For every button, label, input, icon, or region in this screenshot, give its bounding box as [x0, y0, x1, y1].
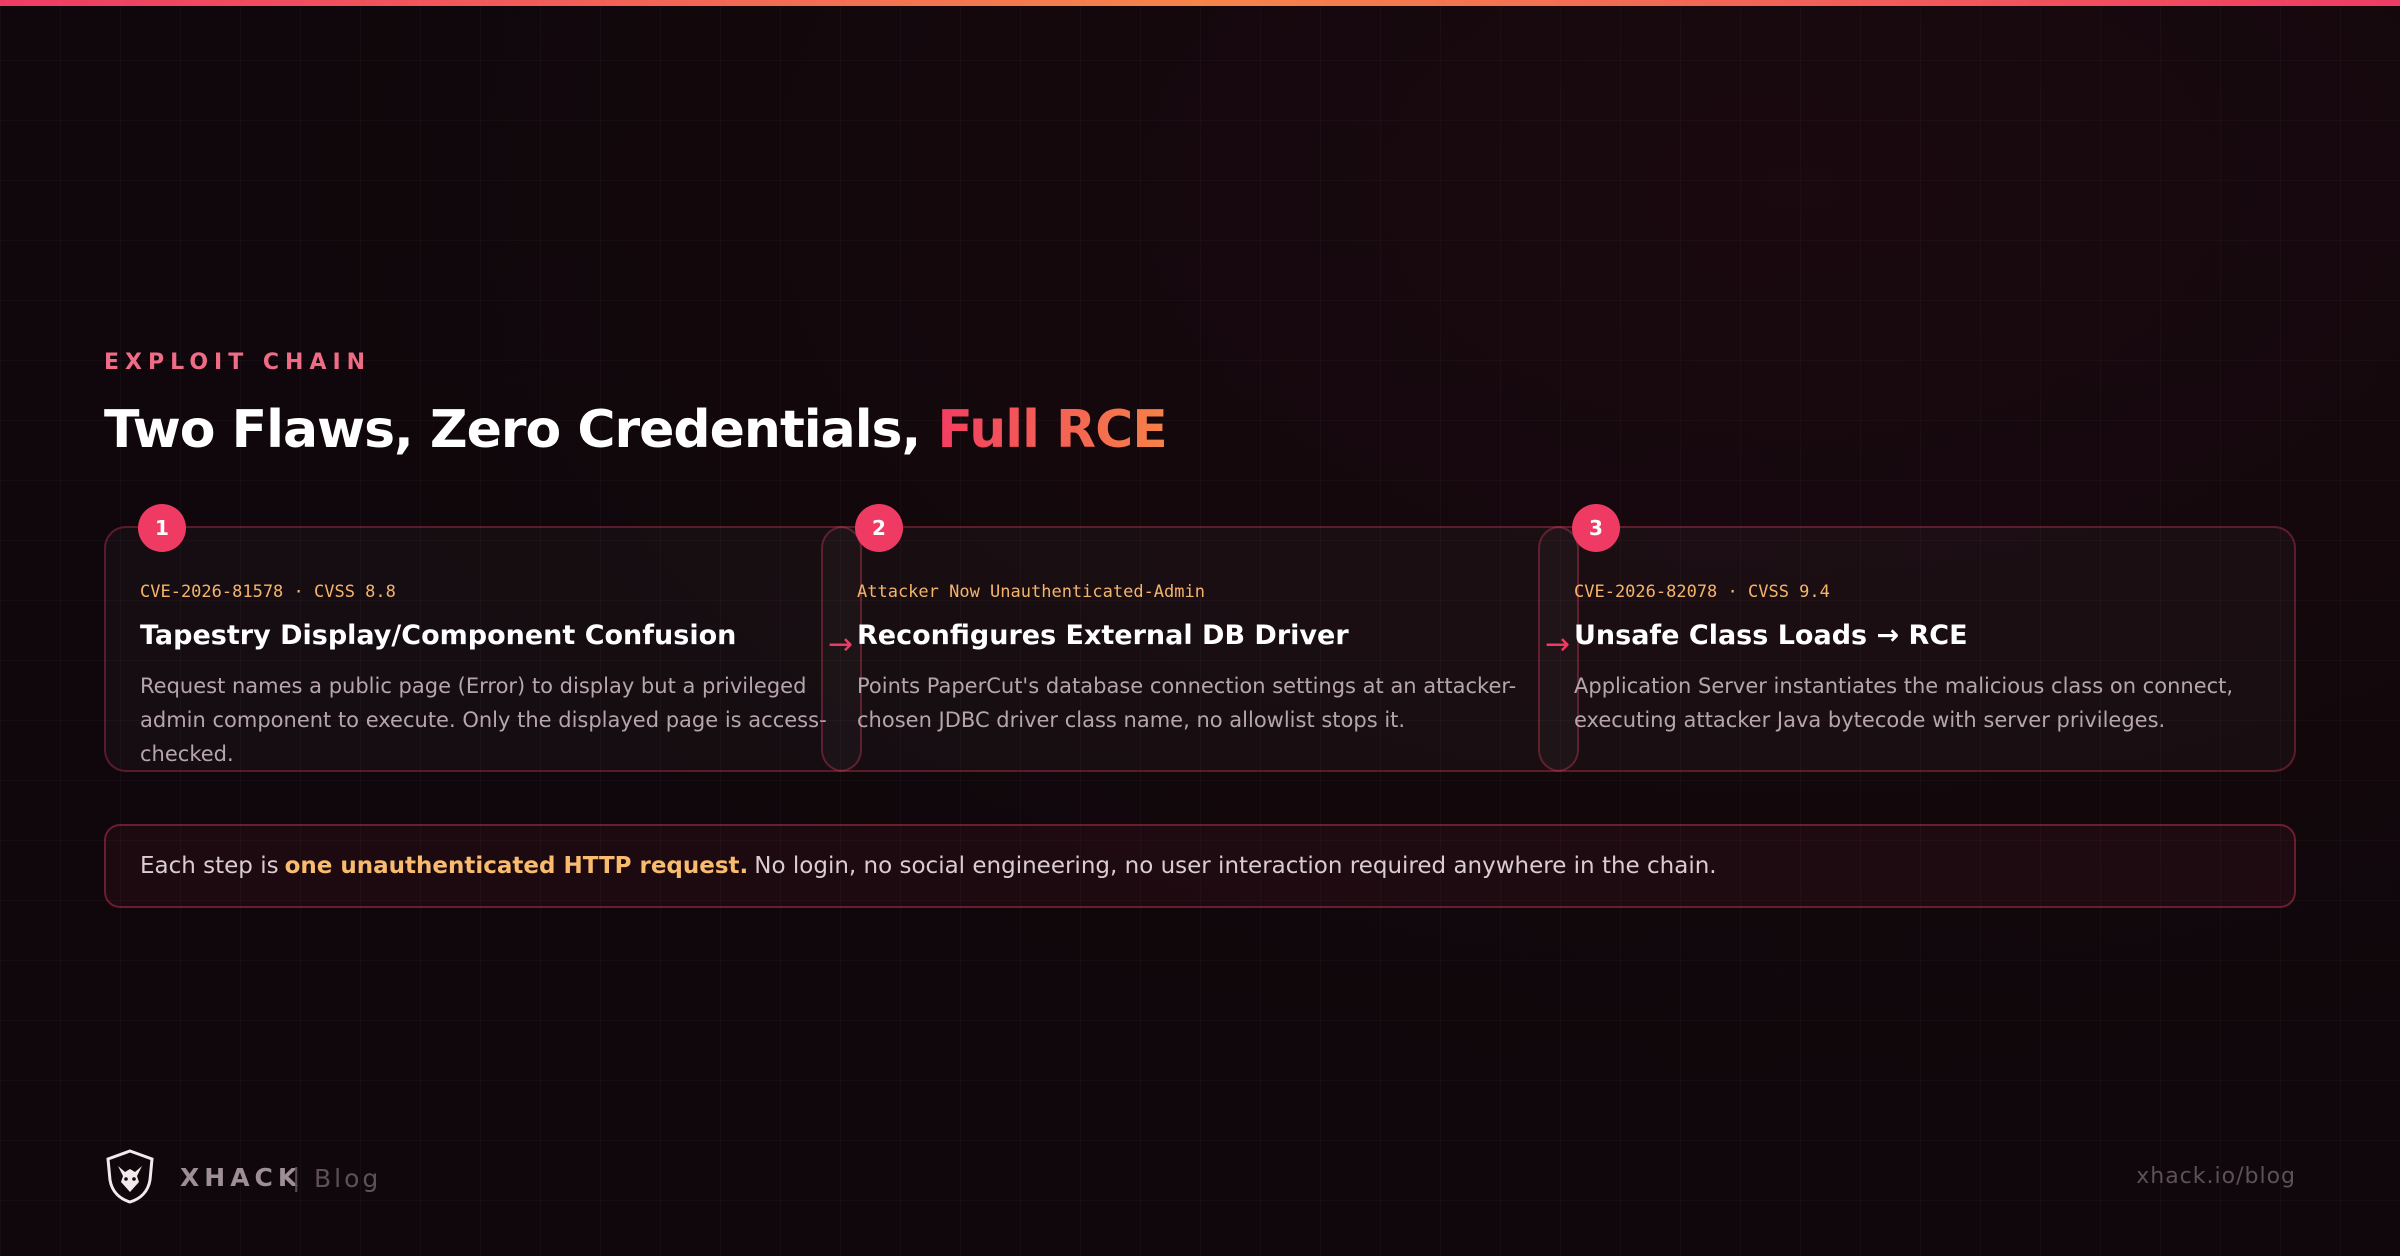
top-accent-bar	[0, 0, 2400, 6]
summary-callout: Each step is one unauthenticated HTTP re…	[104, 824, 2296, 908]
step-meta: CVE-2026-82078 · CVSS 9.4	[1574, 582, 1830, 602]
step-title: Unsafe Class Loads → RCE	[1574, 620, 1968, 651]
step-meta: Attacker Now Unauthenticated-Admin	[857, 582, 1205, 602]
step-meta: CVE-2026-81578 · CVSS 8.8	[140, 582, 396, 602]
brand-section: Blog	[314, 1164, 382, 1193]
arrow-right-icon: →	[1545, 627, 1571, 662]
section-eyebrow: EXPLOIT CHAIN	[104, 350, 372, 375]
step-title: Reconfigures External DB Driver	[857, 620, 1349, 651]
step-card-1: 1 CVE-2026-81578 · CVSS 8.8 Tapestry Dis…	[104, 504, 862, 772]
arrow-right-icon: →	[828, 627, 854, 662]
step-number-badge: 1	[138, 504, 186, 552]
step-number-badge: 3	[1572, 504, 1620, 552]
step-description: Request names a public page (Error) to d…	[140, 674, 827, 766]
step-card-3: 3 CVE-2026-82078 · CVSS 9.4 Unsafe Class…	[1538, 504, 2296, 772]
wolf-shield-icon	[106, 1149, 154, 1204]
footer-url: xhack.io/blog	[2136, 1164, 2296, 1189]
step-description: Points PaperCut's database connection se…	[857, 674, 1517, 732]
callout-highlight: one unauthenticated HTTP request.	[284, 853, 749, 879]
brand-separator: |	[292, 1163, 301, 1192]
step-number-badge: 2	[855, 504, 903, 552]
step-card-2: 2 Attacker Now Unauthenticated-Admin Rec…	[821, 504, 1579, 772]
callout-prefix: Each step is	[140, 853, 279, 879]
step-title: Tapestry Display/Component Confusion	[140, 620, 737, 651]
page-title: Two Flaws, Zero Credentials, Full RCE	[104, 400, 1168, 460]
callout-suffix: No login, no social engineering, no user…	[754, 853, 1717, 879]
title-accent: Full RCE	[937, 400, 1167, 460]
step-description: Application Server instantiates the mali…	[1574, 674, 2234, 732]
slide: EXPLOIT CHAIN Two Flaws, Zero Credential…	[0, 0, 2400, 1256]
brand-name: XHACK	[180, 1163, 303, 1192]
title-main: Two Flaws, Zero Credentials,	[104, 400, 938, 460]
exploit-chain-steps: 1 CVE-2026-81578 · CVSS 8.8 Tapestry Dis…	[104, 504, 2296, 772]
